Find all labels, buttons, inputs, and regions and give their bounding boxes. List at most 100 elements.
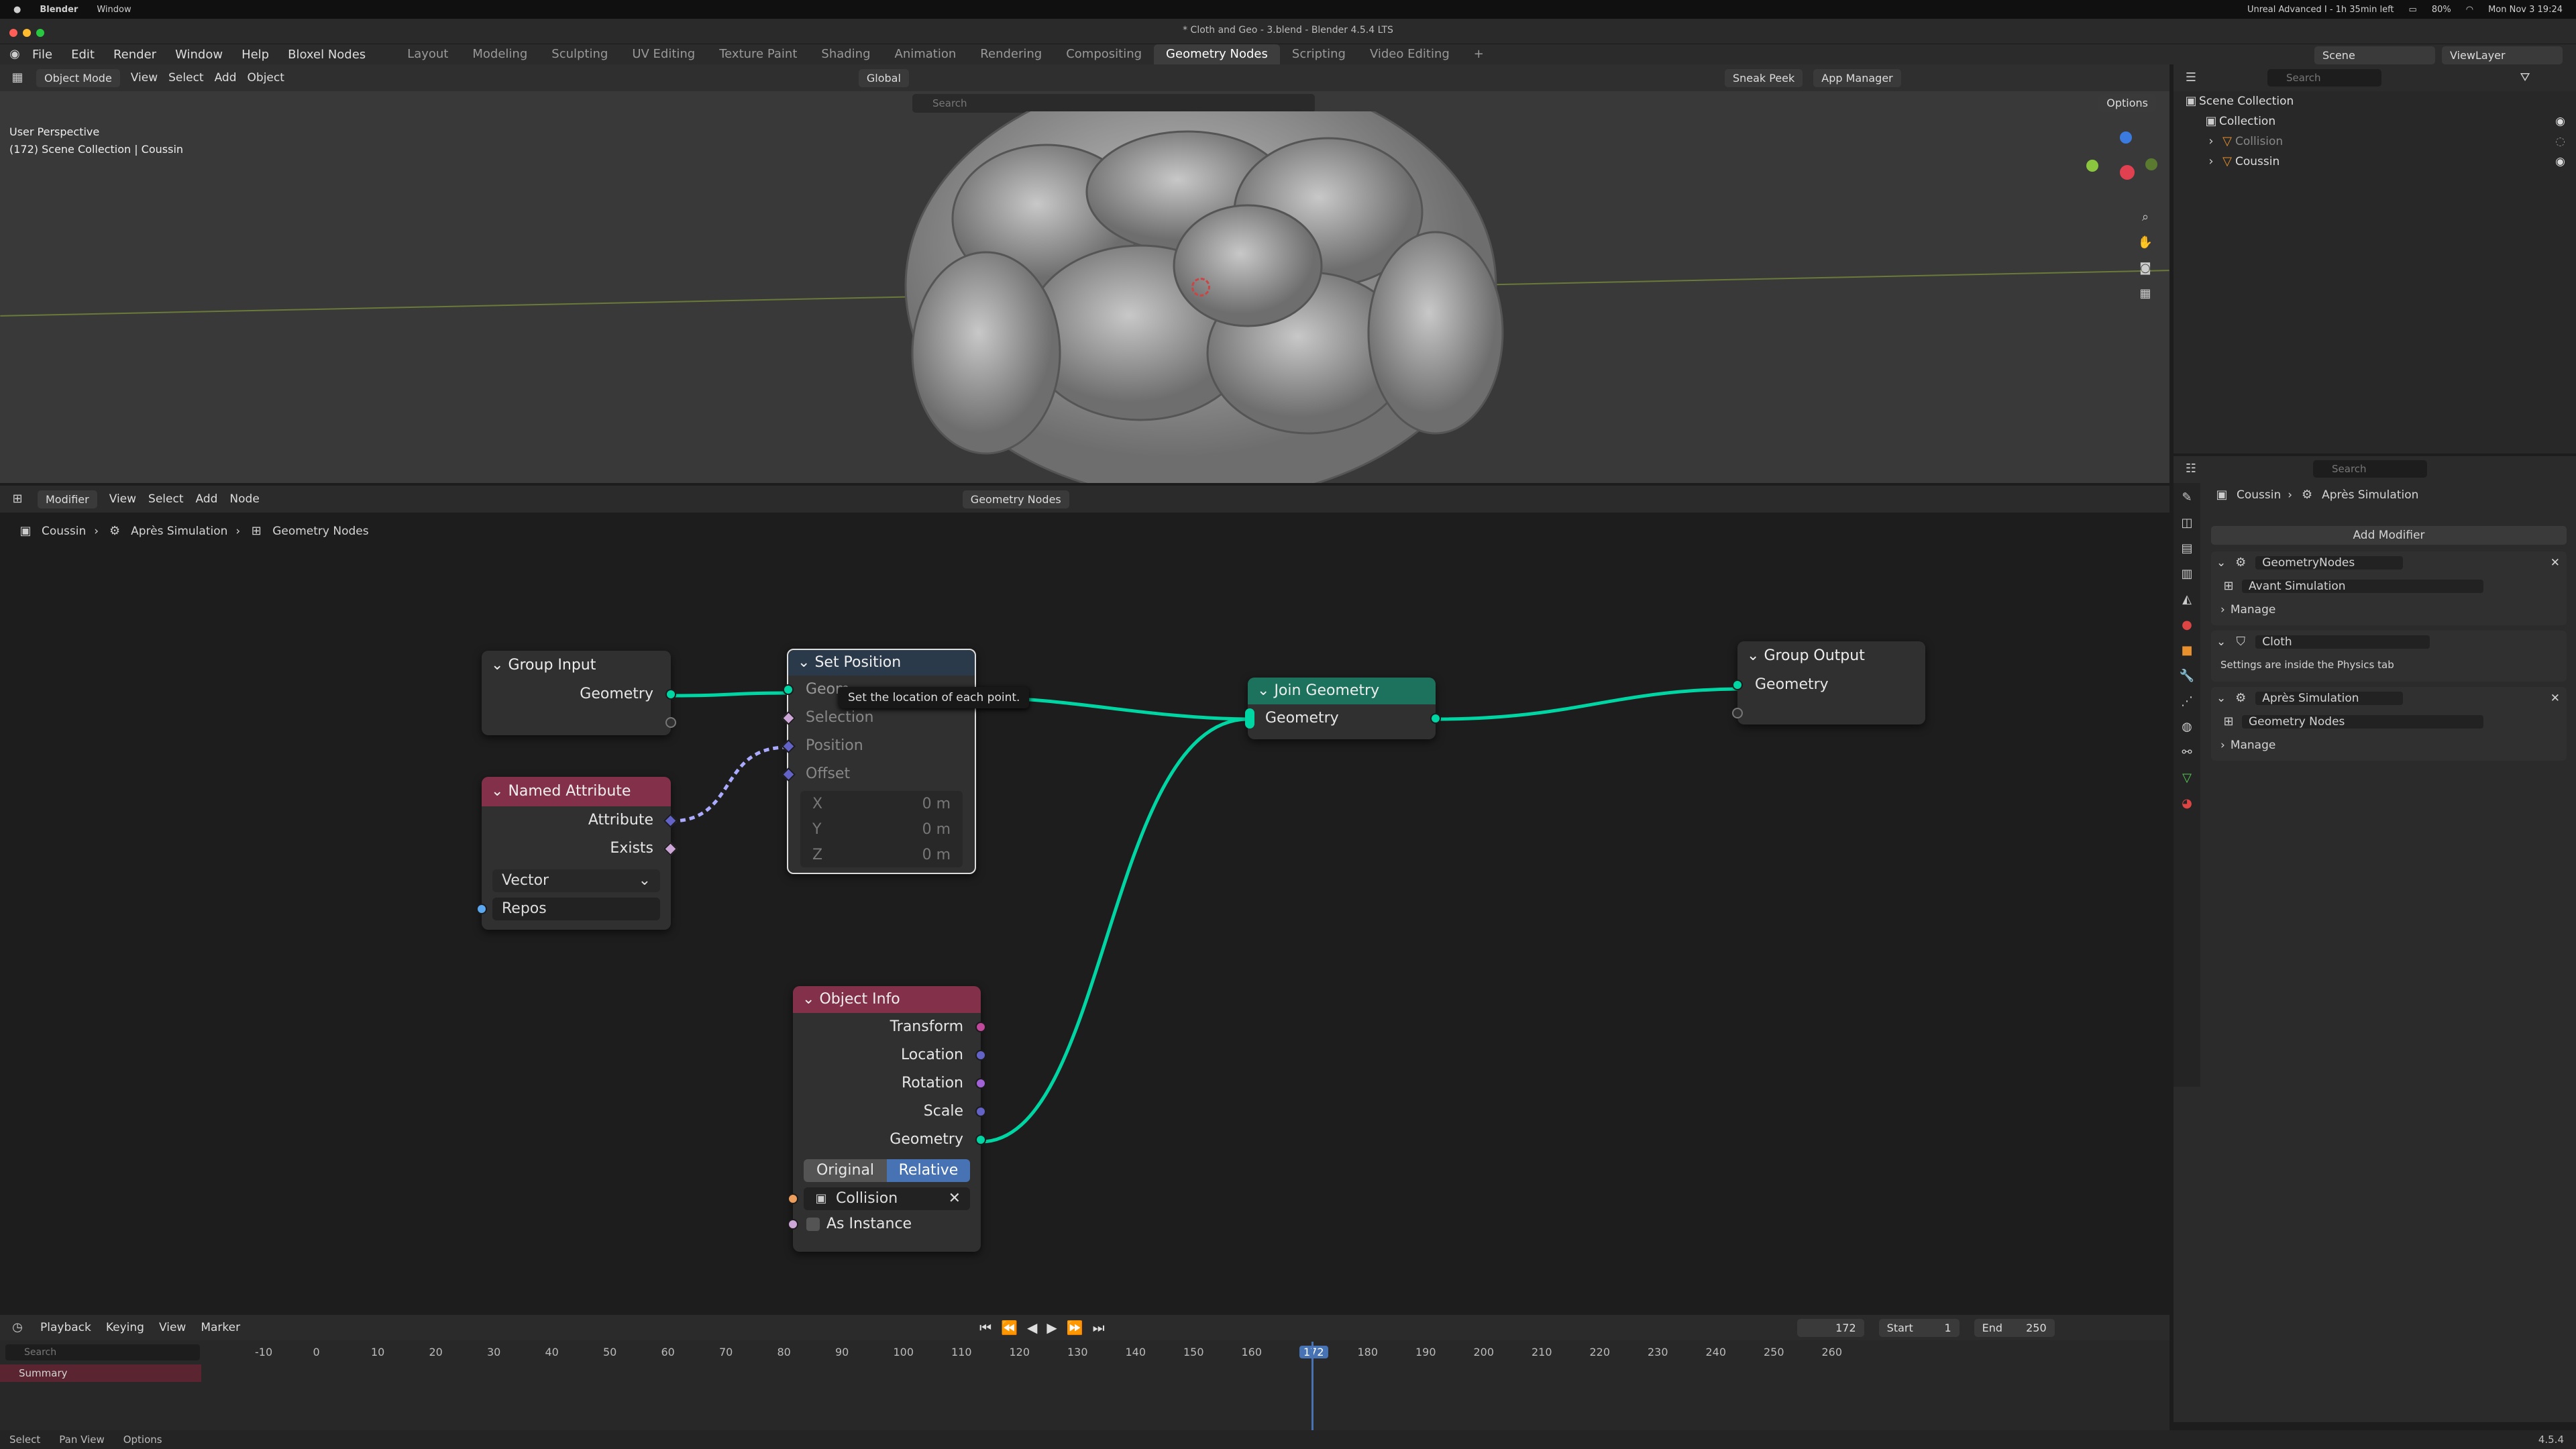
data-type-dropdown[interactable]: Vector ⌄: [492, 869, 660, 892]
close-icon[interactable]: ✕: [2551, 692, 2560, 705]
visibility-eye-icon[interactable]: ◉: [2555, 115, 2565, 128]
tab-sculpting[interactable]: Sculpting: [539, 44, 620, 64]
properties-editor-icon[interactable]: ☷: [2183, 461, 2199, 477]
link-join-to-group-output[interactable]: [1435, 687, 1738, 721]
play-reverse-icon[interactable]: ◀: [1027, 1320, 1037, 1336]
navigation-gizmo[interactable]: [2080, 131, 2157, 205]
world-tab-icon[interactable]: ●: [2179, 617, 2195, 633]
matrix-socket[interactable]: [975, 1022, 986, 1032]
properties-search[interactable]: Search: [2313, 460, 2427, 478]
tab-shading[interactable]: Shading: [809, 44, 882, 64]
viewport-menu-view[interactable]: View: [131, 71, 158, 85]
chevron-down-icon[interactable]: ⌄: [2216, 692, 2226, 705]
modifier-name-field[interactable]: Après Simulation: [2255, 692, 2404, 705]
viewport-menu-select[interactable]: Select: [168, 71, 203, 85]
link-named-attribute-to-position[interactable]: [670, 745, 788, 823]
outliner-item-collection[interactable]: ▣ Collection ◉: [2174, 111, 2576, 131]
scene-tab-icon[interactable]: ◭: [2179, 592, 2195, 608]
battery-icon[interactable]: ▭: [2409, 5, 2417, 15]
link-object-info-to-join[interactable]: [980, 717, 1248, 1144]
timer-status[interactable]: Unreal Advanced I - 1h 35min left: [2247, 5, 2394, 15]
next-keyframe-icon[interactable]: ⏩: [1067, 1320, 1083, 1336]
chevron-down-icon[interactable]: ⌄: [2216, 635, 2226, 649]
attribute-name-field[interactable]: Repos: [492, 898, 660, 920]
modifier-name-field[interactable]: GeometryNodes: [2255, 556, 2404, 570]
boolean-socket[interactable]: [788, 1219, 798, 1230]
editor-type-icon[interactable]: ▦: [9, 70, 25, 86]
geometry-socket[interactable]: [1430, 713, 1441, 724]
sneak-peek-button[interactable]: Sneak Peek: [1724, 68, 1803, 87]
as-instance-checkbox[interactable]: [806, 1218, 820, 1231]
transform-orientation[interactable]: Global: [858, 68, 909, 87]
chevron-down-icon[interactable]: ⌄: [798, 654, 810, 671]
menu-file[interactable]: File: [23, 48, 62, 62]
chevron-right-icon[interactable]: ›: [2203, 133, 2219, 150]
physics-tab-icon[interactable]: ◍: [2179, 719, 2195, 735]
particles-tab-icon[interactable]: ⋰: [2179, 694, 2195, 710]
manage-subpanel[interactable]: › Manage: [2211, 734, 2567, 757]
tab-layout[interactable]: Layout: [395, 44, 460, 64]
viewlayer-selector[interactable]: ViewLayer: [2442, 46, 2563, 64]
timeline-menu-playback[interactable]: Playback: [40, 1321, 91, 1334]
timeline-search[interactable]: Search: [5, 1344, 200, 1360]
offset-x-field[interactable]: X 0 m: [800, 791, 963, 816]
node-set-position[interactable]: ⌄ Set Position Geom Selection Position O…: [781, 649, 976, 874]
tab-geometry-nodes[interactable]: Geometry Nodes: [1154, 44, 1280, 64]
chevron-down-icon[interactable]: ⌄: [802, 991, 814, 1008]
tool-tab-icon[interactable]: ✎: [2179, 490, 2195, 506]
chevron-down-icon[interactable]: ⌄: [1257, 682, 1269, 699]
tab-uv-editing[interactable]: UV Editing: [620, 44, 707, 64]
multi-input-socket[interactable]: [1245, 708, 1254, 729]
material-tab-icon[interactable]: ◕: [2179, 796, 2195, 812]
app-manager-button[interactable]: App Manager: [1813, 68, 1901, 87]
object-tab-icon[interactable]: ■: [2179, 643, 2195, 659]
mode-selector[interactable]: Object Mode: [36, 68, 120, 87]
vector-socket[interactable]: [975, 1050, 986, 1061]
menu-edit[interactable]: Edit: [62, 48, 104, 62]
end-frame-field[interactable]: End 250: [1974, 1318, 2055, 1337]
tab-video-editing[interactable]: Video Editing: [1358, 44, 1462, 64]
node-object-info[interactable]: ⌄ Object Info Transform Location Rotatio…: [788, 986, 986, 1252]
chevron-down-icon[interactable]: ⌄: [491, 783, 503, 800]
offset-z-field[interactable]: Z 0 m: [800, 842, 963, 867]
visibility-eye-icon[interactable]: ◉: [2555, 155, 2565, 168]
window-menu[interactable]: Window: [97, 5, 131, 15]
timeline-menu-marker[interactable]: Marker: [201, 1321, 240, 1334]
current-frame-field[interactable]: 172: [1796, 1318, 1864, 1337]
node-group-selector[interactable]: Avant Simulation: [2242, 580, 2483, 593]
frame-ruler[interactable]: -10 0 10 20 30 40 50 60 70 80 90 100 110 120 130 140 150…: [201, 1344, 2160, 1360]
wifi-icon[interactable]: ◠: [2466, 5, 2473, 15]
pan-hand-icon[interactable]: ✋: [2137, 235, 2153, 251]
filter-icon[interactable]: ⛛: [2517, 70, 2533, 86]
menu-render[interactable]: Render: [104, 48, 166, 62]
modifier-name-field[interactable]: Cloth: [2255, 635, 2430, 649]
camera-icon[interactable]: ◙: [2137, 260, 2153, 276]
visibility-eye-icon[interactable]: ◌: [2555, 135, 2565, 148]
app-name[interactable]: Blender: [40, 5, 78, 15]
prev-keyframe-icon[interactable]: ⏪: [1001, 1320, 1018, 1336]
empty-socket[interactable]: [665, 717, 676, 728]
node-named-attribute[interactable]: ⌄ Named Attribute Attribute Exists Vecto…: [476, 777, 678, 930]
scene-selector[interactable]: Scene: [2314, 46, 2435, 64]
link-group-input-to-set-position[interactable]: [670, 691, 788, 698]
zoom-icon[interactable]: ⌕: [2137, 209, 2153, 225]
blender-logo-icon[interactable]: ◉: [7, 46, 23, 62]
add-modifier-button[interactable]: Add Modifier: [2211, 526, 2567, 545]
chevron-right-icon[interactable]: ›: [2203, 154, 2219, 170]
gizmo-x-axis-icon[interactable]: [2120, 165, 2135, 180]
gizmo-neg-y-axis-icon[interactable]: [2145, 158, 2157, 170]
clock[interactable]: Mon Nov 3 19:24: [2488, 5, 2563, 15]
tab-compositing[interactable]: Compositing: [1054, 44, 1154, 64]
original-option[interactable]: Original: [804, 1159, 887, 1182]
tab-rendering[interactable]: Rendering: [968, 44, 1054, 64]
node-group-output[interactable]: ⌄ Group Output Geometry: [1732, 641, 1925, 724]
geometry-socket[interactable]: [783, 684, 794, 695]
chevron-down-icon[interactable]: ⌄: [2216, 556, 2226, 570]
geometry-socket[interactable]: [1732, 680, 1743, 690]
viewport-menu-add[interactable]: Add: [215, 71, 237, 85]
outliner-search[interactable]: Search: [2267, 69, 2381, 87]
chevron-down-icon[interactable]: ⌄: [491, 657, 503, 674]
grid-icon[interactable]: ▦: [2137, 286, 2153, 302]
geometry-socket[interactable]: [975, 1134, 986, 1145]
empty-socket[interactable]: [1732, 708, 1743, 718]
